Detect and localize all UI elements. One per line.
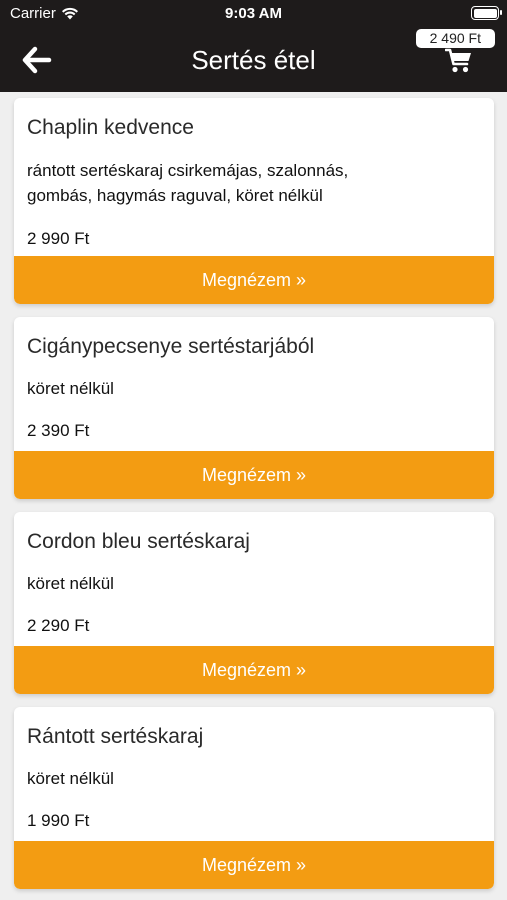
description-line: rántott sertéskaraj csirkemájas, szalonn…	[27, 161, 349, 180]
product-card: Rántott sertéskaraj köret nélkül 1 990 F…	[14, 707, 494, 889]
product-name: Cordon bleu sertéskaraj	[27, 530, 250, 553]
status-bar: Carrier 9:03 AM	[0, 0, 507, 28]
description-line: gombás, hagymás raguval, köret nélkül	[27, 186, 323, 205]
status-time: 9:03 AM	[225, 5, 282, 22]
product-name: Chaplin kedvence	[27, 116, 194, 139]
view-button[interactable]: Megnézem »	[14, 256, 494, 304]
product-description: köret nélkül	[27, 376, 487, 401]
description-line: köret nélkül	[27, 769, 114, 788]
battery-icon	[471, 6, 502, 20]
cart-total-badge[interactable]: 2 490 Ft	[415, 29, 495, 48]
shopping-cart-icon[interactable]	[445, 48, 473, 74]
page-title: Sertés étel	[191, 45, 316, 75]
view-button[interactable]: Megnézem »	[14, 841, 494, 889]
product-card: Cordon bleu sertéskaraj köret nélkül 2 2…	[14, 512, 494, 694]
view-button[interactable]: Megnézem »	[14, 646, 494, 694]
product-name: Cigánypecsenye sertéstarjából	[27, 335, 315, 358]
view-button[interactable]: Megnézem »	[14, 451, 494, 499]
product-card: Chaplin kedvence rántott sertéskaraj csi…	[14, 98, 494, 304]
product-name: Rántott sertéskaraj	[27, 725, 204, 748]
product-description: köret nélkül	[27, 766, 487, 791]
product-description: köret nélkül	[27, 571, 487, 596]
product-card: Cigánypecsenye sertéstarjából köret nélk…	[14, 317, 494, 499]
description-line: köret nélkül	[27, 379, 114, 398]
nav-bar: Sertés étel 2 490 Ft	[0, 28, 507, 92]
product-price: 2 390 Ft	[27, 421, 90, 440]
description-line: köret nélkül	[27, 574, 114, 593]
product-price: 1 990 Ft	[27, 811, 90, 830]
product-price: 2 290 Ft	[27, 616, 90, 635]
app-header: Carrier 9:03 AM Sertés étel 2 490 Ft	[0, 0, 507, 92]
product-description: rántott sertéskaraj csirkemájas, szalonn…	[27, 158, 487, 208]
product-price: 2 990 Ft	[27, 229, 90, 248]
